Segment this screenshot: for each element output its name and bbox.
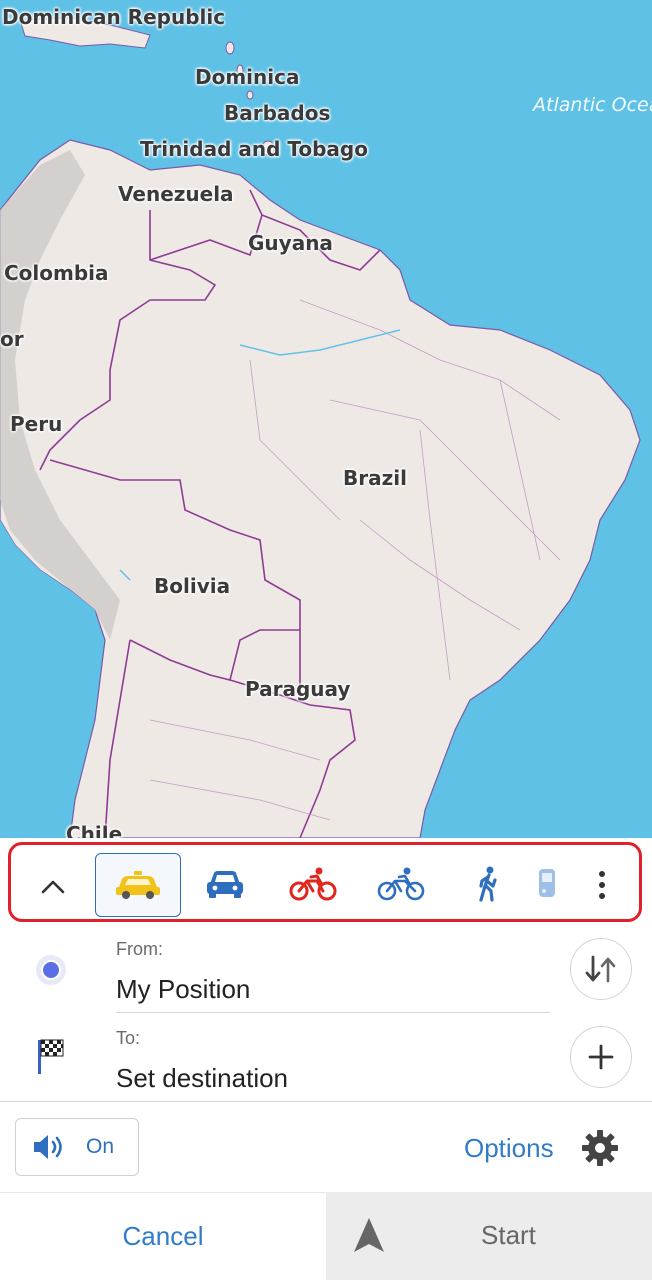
transport-mode-bar [8, 842, 642, 922]
map-label-barbados: Barbados [224, 101, 331, 125]
from-label: From: [116, 939, 163, 959]
mode-bicycle-button[interactable] [359, 853, 443, 915]
map-label-dominican-republic: Dominican Republic [2, 5, 226, 29]
plus-icon [588, 1044, 614, 1070]
chevron-up-icon [41, 880, 65, 894]
mode-public-transport-button[interactable] [535, 853, 585, 915]
bicycle-icon [377, 867, 425, 901]
map-label-paraguay: Paraguay [245, 677, 351, 701]
more-vertical-icon [599, 871, 605, 899]
my-position-icon [36, 955, 66, 985]
start-button[interactable]: Start [326, 1192, 652, 1280]
from-divider [116, 1012, 550, 1013]
map-view[interactable]: Dominican Republic Dominica Barbados Tri… [0, 0, 652, 838]
to-field[interactable]: Set destination [116, 1063, 288, 1094]
map-label-brazil: Brazil [343, 466, 407, 490]
collapse-button[interactable] [31, 865, 75, 909]
navigation-arrow-icon [354, 1218, 384, 1252]
map-label-ecuador: or [0, 327, 24, 351]
map-label-venezuela: Venezuela [118, 182, 234, 206]
cancel-button[interactable]: Cancel [0, 1192, 326, 1280]
start-label: Start [481, 1220, 536, 1250]
map-label-colombia: Colombia [4, 261, 109, 285]
map-label-peru: Peru [10, 412, 63, 436]
map-label-guyana: Guyana [248, 231, 333, 255]
options-button[interactable]: Options [464, 1133, 554, 1164]
route-planner-panel: From: My Position To: Set destination On… [0, 838, 652, 1280]
map-label-chile: Chile [66, 822, 123, 838]
swap-arrows-icon [585, 955, 616, 983]
to-label: To: [116, 1028, 141, 1048]
bus-icon [539, 869, 555, 897]
speaker-icon [34, 1135, 62, 1159]
mode-car-button[interactable] [183, 853, 267, 915]
map-label-bolivia: Bolivia [154, 574, 231, 598]
car-icon [207, 871, 243, 898]
map-canvas [0, 17, 641, 838]
taxi-icon [116, 871, 160, 899]
destination-flag-icon [38, 1039, 64, 1074]
cancel-label: Cancel [122, 1221, 204, 1251]
map-label-atlantic-ocean: Atlantic Ocea [533, 94, 652, 116]
voice-guidance-button[interactable]: On [15, 1118, 139, 1176]
mode-taxi-button[interactable] [95, 853, 181, 917]
map-label-dominica: Dominica [195, 65, 300, 89]
mode-motorbike-button[interactable] [271, 853, 355, 915]
gear-icon[interactable] [580, 1128, 620, 1168]
motorbike-icon [289, 867, 337, 901]
voice-status-label: On [86, 1135, 115, 1158]
section-divider [0, 1101, 652, 1102]
pedestrian-icon [479, 866, 497, 902]
more-options-button[interactable] [589, 863, 615, 907]
add-waypoint-button[interactable] [570, 1026, 632, 1088]
mode-pedestrian-button[interactable] [447, 853, 531, 915]
swap-button[interactable] [570, 938, 632, 1000]
from-field[interactable]: My Position [116, 974, 250, 1005]
map-label-trinidad-and-tobago: Trinidad and Tobago [140, 137, 368, 161]
